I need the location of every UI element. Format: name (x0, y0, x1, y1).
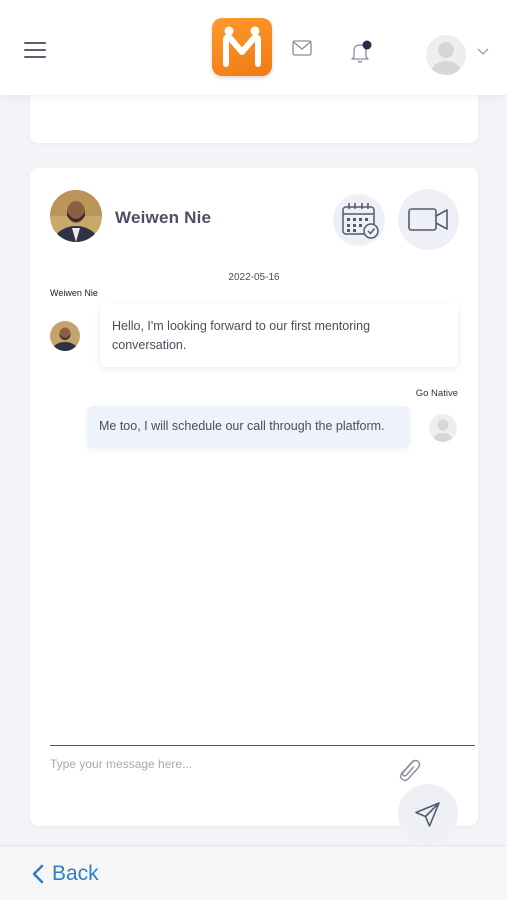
bell-icon[interactable] (350, 40, 372, 64)
app-logo[interactable] (212, 18, 272, 76)
outgoing-message-bubble: Me too, I will schedule our call through… (87, 406, 410, 448)
input-divider (50, 745, 475, 746)
bottom-bar: Back (0, 845, 507, 900)
message-date: 2022-05-16 (228, 272, 280, 283)
incoming-message-bubble: Hello, I'm looking forward to our first … (100, 303, 458, 367)
outgoing-sender-name: Go Native (415, 388, 458, 399)
send-button[interactable] (398, 784, 458, 844)
message-input[interactable] (50, 752, 380, 776)
contact-name: Weiwen Nie (115, 208, 212, 227)
chevron-down-icon[interactable] (477, 48, 489, 56)
incoming-sender-name: Weiwen Nie (50, 288, 98, 298)
back-label: Back (52, 862, 99, 885)
top-navigation-bar (0, 0, 507, 95)
contact-avatar (50, 190, 102, 242)
mail-icon[interactable] (292, 40, 312, 56)
chat-panel: Weiwen Nie 2022-05-16 Weiwen Nie Hello, … (30, 168, 478, 844)
video-camera-icon (408, 208, 448, 231)
back-button[interactable]: Back (32, 860, 99, 888)
calendar-check-icon (342, 203, 379, 239)
notification-dot (362, 40, 372, 50)
hamburger-icon[interactable] (24, 42, 46, 60)
paperclip-icon[interactable] (394, 754, 422, 784)
send-icon (415, 802, 440, 827)
outgoing-message-avatar (429, 414, 457, 442)
incoming-message-avatar (50, 321, 80, 351)
video-call-button[interactable] (398, 189, 459, 250)
chevron-left-icon (32, 864, 44, 884)
schedule-meeting-button[interactable] (333, 194, 385, 246)
user-avatar-icon[interactable] (424, 35, 468, 75)
